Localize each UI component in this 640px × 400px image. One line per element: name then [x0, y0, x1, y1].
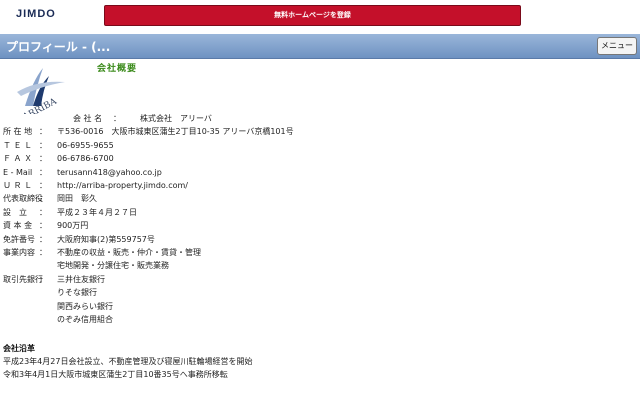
info-label: 所 在 地 — [3, 127, 33, 136]
history-line: 平成23年4月27日会社設立、不動産管理及び寝屋川駐輪場経営を開始 — [3, 357, 253, 366]
top-bar: JIMDO 無料ホームページを登録 — [0, 0, 640, 30]
info-separator: ： — [39, 235, 47, 244]
info-value: terusann418@yahoo.co.jp — [57, 168, 162, 177]
menu-button[interactable]: メニュー — [597, 37, 637, 55]
title-bar: プロフィール - (... メニュー — [0, 34, 640, 59]
company-heading: 会社概要 — [97, 64, 138, 74]
history-title: 会社沿革 — [3, 344, 35, 353]
info-label: 代表取締役 — [3, 194, 43, 203]
info-value: 06-6955-9655 — [57, 141, 114, 150]
info-separator: ： — [39, 221, 47, 230]
info-value: http://arriba-property.jimdo.com/ — [57, 181, 188, 190]
info-separator: ： — [39, 181, 47, 190]
info-separator: ： — [39, 127, 47, 136]
info-separator: ： — [39, 275, 47, 284]
info-label: E - Mail — [3, 168, 33, 177]
info-separator: ： — [39, 248, 47, 257]
info-value: 株式会社 アリーバ — [140, 114, 212, 123]
history-line: 令和3年4月1日大阪市城東区蒲生2丁目10番35号へ事務所移転 — [3, 370, 228, 379]
info-label: Ｔ Ｅ Ｌ — [3, 141, 33, 150]
info-value: 岡田 彰久 — [57, 194, 97, 203]
info-value: りそな銀行 — [57, 288, 97, 297]
info-value: 06-6786-6700 — [57, 154, 114, 163]
info-value: 平成２３年４月２７日 — [57, 208, 137, 217]
info-separator: ： — [39, 168, 47, 177]
info-value: 不動産の収益・販売・仲介・賃貸・管理 — [57, 248, 201, 257]
info-value: 900万円 — [57, 221, 89, 230]
company-logo: ARRIBA — [3, 62, 69, 123]
info-separator: ： — [113, 114, 121, 123]
info-label: Ｕ Ｒ Ｌ — [3, 181, 33, 190]
info-value: 三井住友銀行 — [57, 275, 105, 284]
info-label: 設 立 — [3, 208, 27, 217]
info-value: 大阪府知事(2)第559757号 — [57, 235, 155, 244]
info-separator: ： — [39, 194, 47, 203]
info-value: 宅地開発・分譲住宅・販売業務 — [57, 261, 169, 270]
page-title: プロフィール - (... — [6, 40, 111, 54]
jimdo-logo[interactable]: JIMDO — [16, 8, 56, 20]
info-label: Ｆ Ａ Ｘ — [3, 154, 33, 163]
info-separator: ： — [39, 208, 47, 217]
info-separator: ： — [39, 141, 47, 150]
info-value: 〒536-0016 大阪市城東区蒲生2丁目10-35 アリーバ京橋101号 — [57, 127, 294, 136]
info-label: 免許番号 — [3, 235, 35, 244]
info-label: 取引先銀行 — [3, 275, 43, 284]
info-value: 関西みらい銀行 — [57, 302, 113, 311]
register-button[interactable]: 無料ホームページを登録 — [104, 5, 521, 26]
info-label: 資 本 金 — [3, 221, 33, 230]
info-separator: ： — [39, 154, 47, 163]
info-label: 事業内容 — [3, 248, 35, 257]
arriba-logo-icon: ARRIBA — [17, 68, 65, 123]
info-value: のぞみ信用組合 — [57, 315, 113, 324]
info-label: 会 社 名 — [73, 114, 103, 123]
